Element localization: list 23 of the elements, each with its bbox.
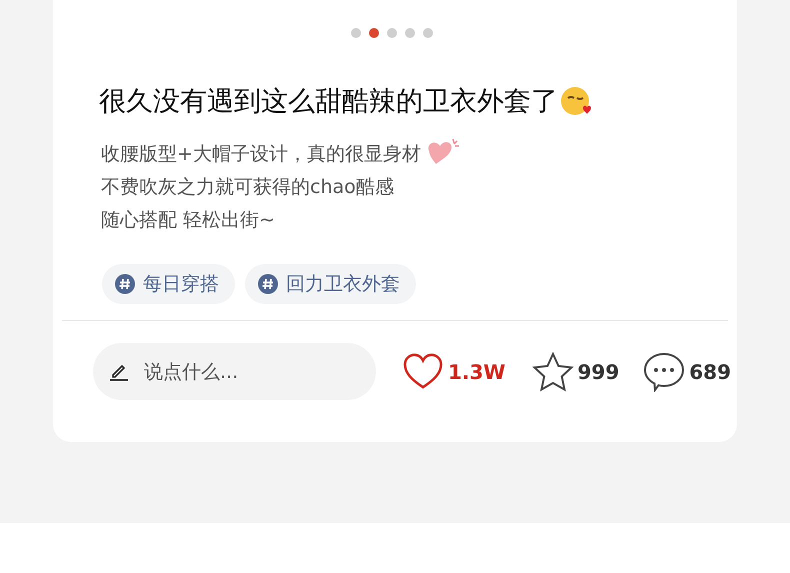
- hashtag-icon: [115, 274, 135, 294]
- tag-label: 每日穿搭: [143, 272, 219, 297]
- heart-icon[interactable]: [402, 352, 444, 390]
- kiss-emoji-icon: [560, 86, 592, 118]
- body-text-line: 收腰版型+大帽子设计，真的很显身材: [101, 142, 421, 166]
- like-count: 1.3W: [448, 360, 506, 384]
- body-text-line: 不费吹灰之力就可获得的chao酷感: [101, 174, 394, 200]
- post-title: 很久没有遇到这么甜酷辣的卫衣外套了: [99, 85, 558, 119]
- hashtag-icon: [258, 274, 278, 294]
- favorite-count: 999: [578, 360, 620, 384]
- tag-label: 回力卫衣外套: [286, 272, 400, 297]
- body-text-line: 随心搭配 轻松出街~: [101, 208, 275, 232]
- carousel-dot[interactable]: [351, 28, 361, 38]
- carousel-dot[interactable]: [405, 28, 415, 38]
- comment-bubble-icon[interactable]: [643, 352, 686, 392]
- star-icon[interactable]: [532, 352, 574, 392]
- carousel-dot[interactable]: [369, 28, 379, 38]
- carousel-dot[interactable]: [387, 28, 397, 38]
- comment-field[interactable]: 说点什么...: [93, 343, 376, 400]
- topic-tag[interactable]: 每日穿搭: [102, 264, 235, 304]
- topic-tag[interactable]: 回力卫衣外套: [245, 264, 416, 304]
- comment-count: 689: [689, 360, 731, 384]
- carousel-dot[interactable]: [423, 28, 433, 38]
